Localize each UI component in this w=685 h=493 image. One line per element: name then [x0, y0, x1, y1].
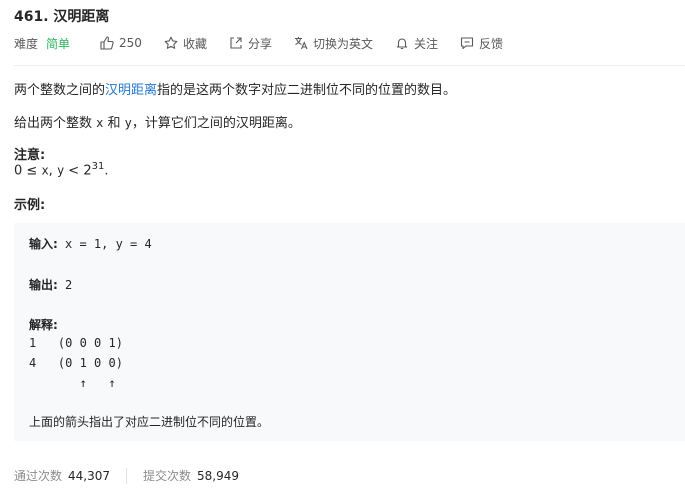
binary-line-1: 1 (0 0 0 1) [29, 336, 123, 350]
example-input-line: 输入: x = 1, y = 4 [29, 235, 152, 252]
hamming-distance-link[interactable]: 汉明距离 [105, 83, 157, 98]
input-value: x = 1, y = 4 [57, 237, 152, 251]
submission-stats: 通过次数 44,307 提交次数 58,949 [14, 467, 239, 484]
problem-title: 461. 汉明距离 [14, 9, 110, 25]
feedback-icon [460, 37, 474, 50]
submitted-label: 提交次数 [143, 469, 192, 483]
description-text: ，计算它们之间的汉明距离。 [131, 116, 301, 131]
problem-meta-bar: 难度 简单 250 收藏 分享 切换为英文 关注 反馈 [14, 34, 525, 52]
translate-icon [294, 37, 308, 50]
description-paragraph-1: 两个整数之间的汉明距离指的是这两个数字对应二进制位不同的位置的数目。 [14, 79, 456, 98]
switch-language-button[interactable]: 切换为英文 [294, 35, 373, 52]
switch-language-label: 切换为英文 [312, 36, 373, 51]
follow-label: 关注 [413, 36, 438, 51]
example-block: 输入: x = 1, y = 4 输出: 2 解释: 1 (0 0 0 1) 4… [14, 223, 685, 441]
like-button[interactable]: 250 [100, 36, 142, 50]
exponent: 31 [91, 161, 105, 172]
note-constraint: 0 ≤ x, y < 231. [14, 161, 108, 178]
difficulty-label: 难度 [14, 36, 39, 51]
note-text: , [48, 163, 57, 179]
difficulty-badge: 简单 [46, 36, 71, 51]
description-text: 指的是这两个数字对应二进制位不同的位置的数目。 [157, 83, 457, 98]
arrows-line: ↑ ↑ [29, 376, 116, 390]
share-icon [230, 37, 242, 49]
note-text: 0 ≤ [14, 163, 42, 179]
note-text: < 2 [64, 163, 92, 179]
divider [14, 65, 685, 66]
description-text: 和 [103, 116, 125, 131]
feedback-button[interactable]: 反馈 [460, 35, 503, 52]
stats-divider [126, 467, 128, 484]
star-icon [164, 36, 178, 49]
binary-line-2: 4 (0 1 0 0) [29, 356, 123, 370]
explain-label: 解释: [29, 318, 58, 332]
example-title: 示例: [14, 198, 46, 213]
collect-label: 收藏 [182, 36, 207, 51]
thumbs-up-icon [100, 36, 114, 50]
explain-conclusion: 上面的箭头指出了对应二进制位不同的位置。 [29, 415, 270, 429]
bell-icon [396, 38, 408, 50]
share-button[interactable]: 分享 [229, 35, 272, 52]
collect-button[interactable]: 收藏 [164, 35, 207, 52]
description-paragraph-2: 给出两个整数 x 和 y，计算它们之间的汉明距离。 [14, 112, 301, 131]
var-y: y [124, 116, 132, 130]
description-text: 给出两个整数 [14, 116, 97, 131]
var-x: x [41, 163, 49, 178]
submitted-count: 58,949 [197, 468, 240, 483]
output-label: 输出: [29, 278, 58, 292]
description-text: 两个整数之间的 [14, 83, 106, 98]
feedback-label: 反馈 [479, 36, 504, 51]
like-count: 250 [119, 36, 142, 50]
input-label: 输入: [29, 237, 58, 251]
output-value: 2 [57, 278, 73, 292]
note-text: . [104, 163, 109, 179]
accepted-label: 通过次数 [14, 469, 63, 483]
example-output-line: 输出: 2 [29, 276, 72, 293]
follow-button[interactable]: 关注 [395, 35, 438, 52]
accepted-count: 44,307 [68, 468, 111, 483]
share-label: 分享 [247, 36, 272, 51]
